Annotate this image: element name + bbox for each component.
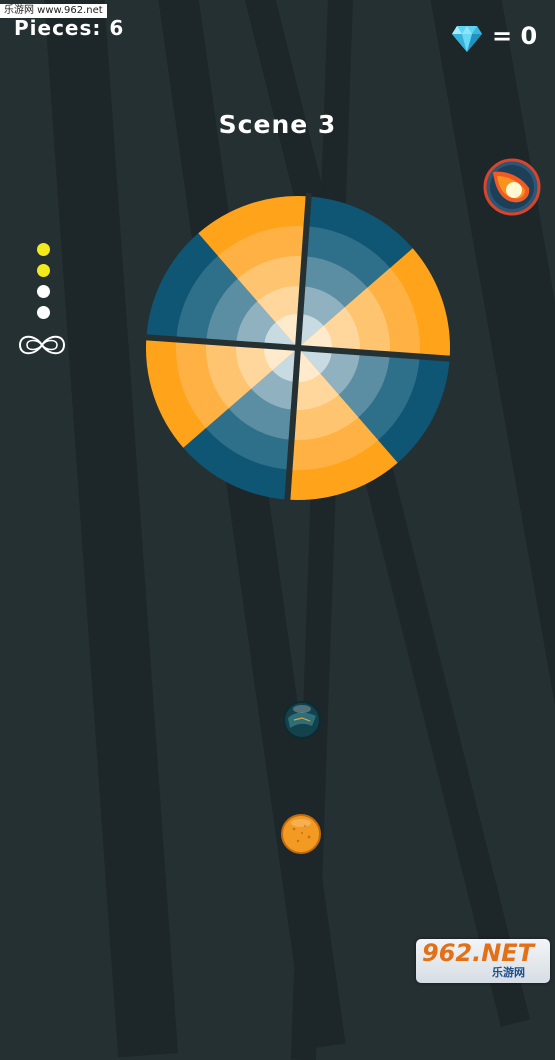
target-wheel[interactable] — [143, 193, 453, 503]
scene-title: Scene 3 — [218, 110, 337, 139]
progress-dot-filled — [37, 243, 50, 256]
progress-dot-empty — [37, 285, 50, 298]
pieces-counter: Pieces: 6 — [14, 16, 125, 40]
progress-dot-filled — [37, 264, 50, 277]
fireball-icon[interactable] — [483, 158, 541, 216]
infinity-loop-icon — [18, 335, 66, 355]
logo-sub-text: 乐游网 — [492, 966, 525, 979]
progress-dot-empty — [37, 306, 50, 319]
diamond-icon — [452, 26, 482, 52]
teal-ball — [283, 701, 321, 739]
orange-ball — [281, 814, 321, 854]
logo-main-text: 962.NET — [422, 939, 535, 967]
gem-count: = 0 — [492, 22, 538, 50]
site-logo: 962.NET 乐游网 — [416, 939, 550, 983]
background-stripe — [40, 0, 178, 1058]
